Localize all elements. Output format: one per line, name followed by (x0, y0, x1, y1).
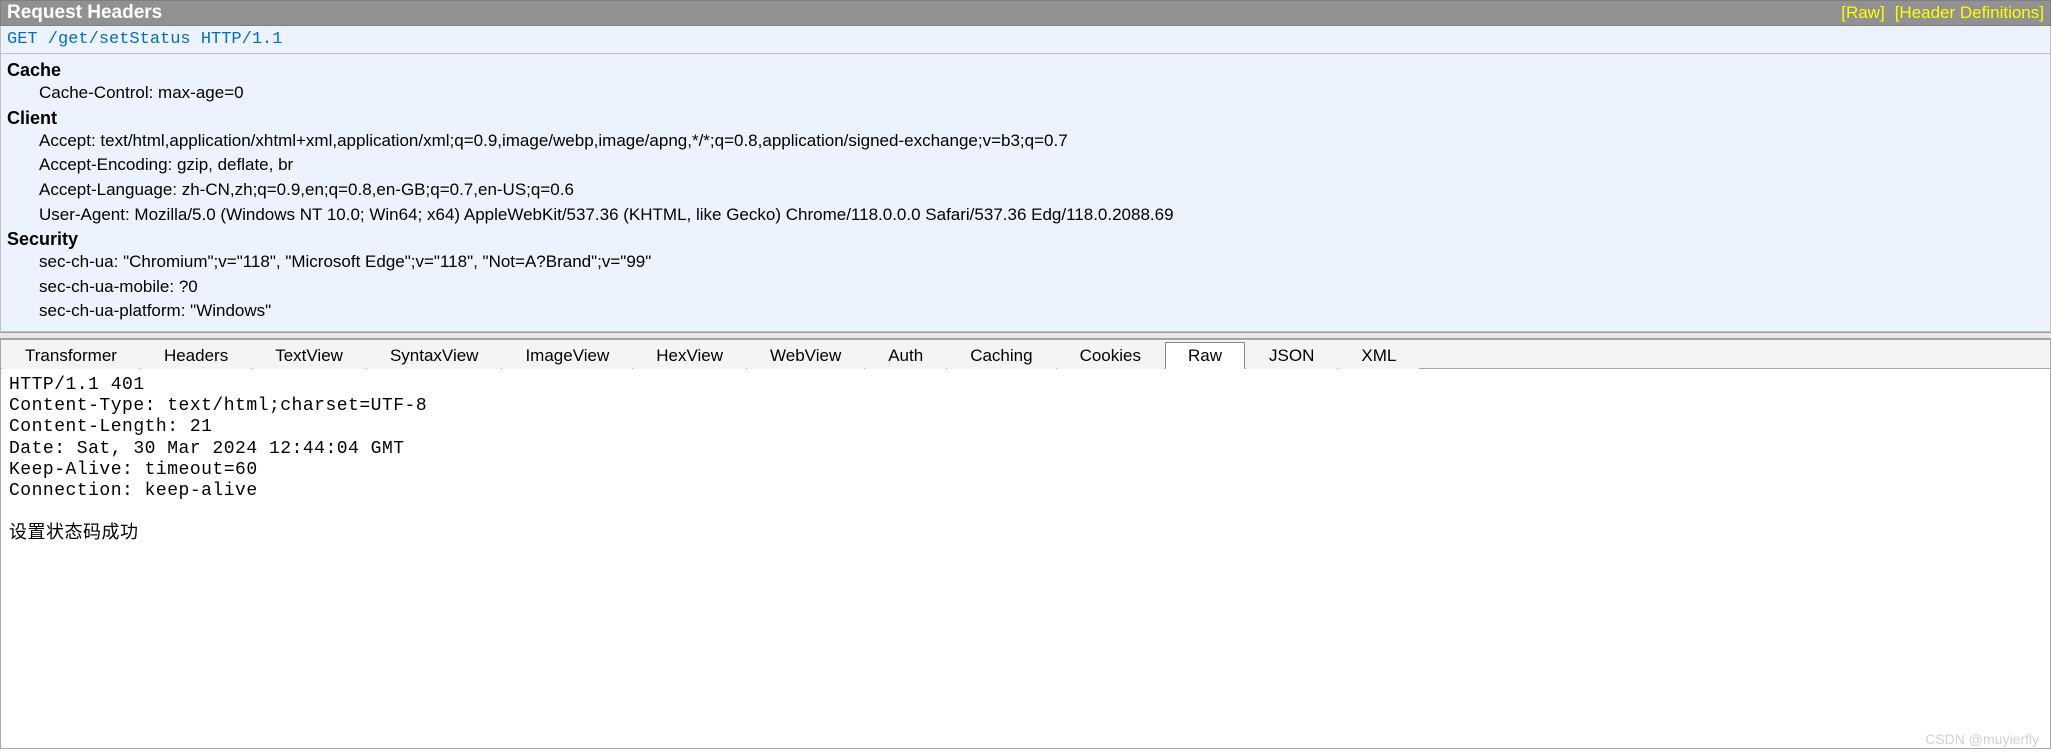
tab-syntaxview[interactable]: SyntaxView (367, 342, 502, 369)
tab-hexview[interactable]: HexView (633, 342, 746, 369)
tab-raw[interactable]: Raw (1165, 342, 1245, 369)
header-row[interactable]: Accept-Encoding: gzip, deflate, br (7, 153, 2044, 178)
tab-auth[interactable]: Auth (865, 342, 946, 369)
watermark: CSDN @muyierfly (1925, 731, 2039, 747)
request-headers-titlebar: Request Headers [Raw] [Header Definition… (0, 0, 2051, 26)
tab-xml[interactable]: XML (1338, 342, 1419, 369)
raw-link[interactable]: [Raw] (1841, 3, 1884, 23)
tab-transformer[interactable]: Transformer (2, 342, 140, 369)
response-raw-body[interactable]: HTTP/1.1 401 Content-Type: text/html;cha… (0, 369, 2051, 749)
request-line: GET /get/setStatus HTTP/1.1 (0, 26, 2051, 54)
header-row[interactable]: Accept-Language: zh-CN,zh;q=0.9,en;q=0.8… (7, 178, 2044, 203)
panel-title: Request Headers (7, 2, 1841, 24)
header-group-security[interactable]: Security (7, 229, 2044, 250)
header-group-cache[interactable]: Cache (7, 60, 2044, 81)
response-tabs: TransformerHeadersTextViewSyntaxViewImag… (0, 339, 2051, 369)
tab-json[interactable]: JSON (1246, 342, 1337, 369)
header-row[interactable]: Accept: text/html,application/xhtml+xml,… (7, 129, 2044, 154)
tab-cookies[interactable]: Cookies (1057, 342, 1164, 369)
header-row[interactable]: sec-ch-ua: "Chromium";v="118", "Microsof… (7, 250, 2044, 275)
tab-textview[interactable]: TextView (252, 342, 366, 369)
headers-area[interactable]: CacheCache-Control: max-age=0ClientAccep… (0, 54, 2051, 332)
header-row[interactable]: sec-ch-ua-mobile: ?0 (7, 275, 2044, 300)
tab-webview[interactable]: WebView (747, 342, 864, 369)
tab-caching[interactable]: Caching (947, 342, 1055, 369)
splitter[interactable] (0, 332, 2051, 339)
tab-imageview[interactable]: ImageView (502, 342, 632, 369)
header-row[interactable]: User-Agent: Mozilla/5.0 (Windows NT 10.0… (7, 203, 2044, 228)
header-definitions-link[interactable]: [Header Definitions] (1895, 3, 2044, 23)
header-row[interactable]: sec-ch-ua-platform: "Windows" (7, 299, 2044, 324)
header-group-client[interactable]: Client (7, 108, 2044, 129)
header-links: [Raw] [Header Definitions] (1841, 3, 2044, 23)
tab-headers[interactable]: Headers (141, 342, 251, 369)
header-row[interactable]: Cache-Control: max-age=0 (7, 81, 2044, 106)
